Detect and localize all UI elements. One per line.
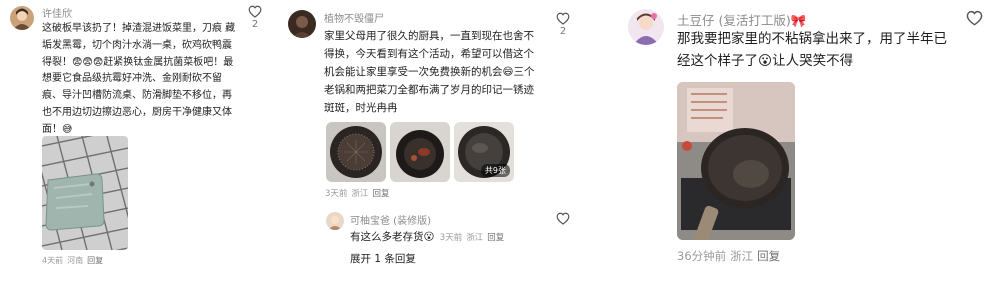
reply-meta: 3天前 浙江 回复 xyxy=(440,233,508,243)
reply-button[interactable]: 回复 xyxy=(87,256,103,265)
heart-icon xyxy=(556,12,570,25)
reply-time: 3天前 xyxy=(439,233,463,243)
comment-location: 浙江 xyxy=(351,189,369,199)
comment-image[interactable] xyxy=(326,122,386,182)
reply-author[interactable]: 可柚宝爸 (装修版) xyxy=(350,212,431,227)
comment-meta: 36分钟前 浙江 回复 xyxy=(677,248,784,264)
like-button[interactable]: 2 xyxy=(554,12,572,37)
comment-image[interactable] xyxy=(390,122,450,182)
comment-meta: 4天前 河南 回复 xyxy=(42,255,107,266)
comment-text: 这破板早该扔了！掉渣混进饭菜里，刀痕 藏垢发黑霉，切个肉汁水淌一桌，砍鸡砍鸭震得… xyxy=(42,23,236,135)
comment-author[interactable]: 土豆仔 (复活打工版)🎀 xyxy=(677,10,806,29)
comment-author[interactable]: 植物不毁僵尸 xyxy=(324,10,384,25)
like-count: 2 xyxy=(251,19,259,30)
like-button[interactable]: 2 xyxy=(246,5,264,30)
heart-icon xyxy=(248,5,262,18)
like-count: 2 xyxy=(559,26,567,37)
avatar[interactable] xyxy=(288,10,316,38)
reply-text: 有这么多老存货😮 3天前 浙江 回复 xyxy=(350,229,508,244)
image-count-badge: 共9张 xyxy=(480,164,510,177)
comment-location: 河南 xyxy=(67,256,84,265)
comment-text: 那我要把家里的不粘锅拿出来了，用了半年已经这个样子了😮让人哭笑不得 xyxy=(677,31,947,69)
like-button[interactable] xyxy=(964,10,984,27)
comment-text: 家里父母用了很久的厨具，一直到现在也舍不得换，今天看到有这个活动，希望可以借这个… xyxy=(324,30,535,114)
comment-time: 3天前 xyxy=(325,189,348,199)
heart-icon xyxy=(966,10,982,26)
comment-image[interactable] xyxy=(677,82,795,240)
reply-location: 浙江 xyxy=(466,233,484,243)
expand-replies-link[interactable]: 展开 1 条回复 xyxy=(350,251,416,266)
comment-time: 4天前 xyxy=(42,256,64,265)
comment-location: 浙江 xyxy=(730,249,754,263)
reply-content: 有这么多老存货😮 xyxy=(350,231,435,243)
comment-card: 土豆仔 (复活打工版)🎀 那我要把家里的不粘锅拿出来了，用了半年已经这个样子了😮… xyxy=(618,0,1004,286)
reply-button[interactable]: 回复 xyxy=(372,189,389,199)
avatar[interactable] xyxy=(326,212,344,230)
comment-card: 许佳欣 这破板早该扔了！掉渣混进饭菜里，刀痕 藏垢发黑霉，切个肉汁水淌一桌，砍鸡… xyxy=(0,0,270,286)
heart-icon xyxy=(556,212,570,225)
comment-meta: 3天前 浙江 回复 xyxy=(325,187,393,199)
comment-time: 36分钟前 xyxy=(677,249,727,263)
comment-author[interactable]: 许佳欣 xyxy=(42,5,72,20)
avatar[interactable] xyxy=(10,6,34,30)
reply-button[interactable]: 回复 xyxy=(757,249,780,263)
comment-card: 植物不毁僵尸 家里父母用了很久的厨具，一直到现在也舍不得换，今天看到有这个活动，… xyxy=(282,0,586,286)
reply-button[interactable]: 回复 xyxy=(487,233,504,243)
comment-image[interactable] xyxy=(42,136,128,250)
avatar[interactable] xyxy=(628,9,664,45)
comment-image[interactable]: 共9张 xyxy=(454,122,514,182)
like-button[interactable] xyxy=(554,212,572,225)
